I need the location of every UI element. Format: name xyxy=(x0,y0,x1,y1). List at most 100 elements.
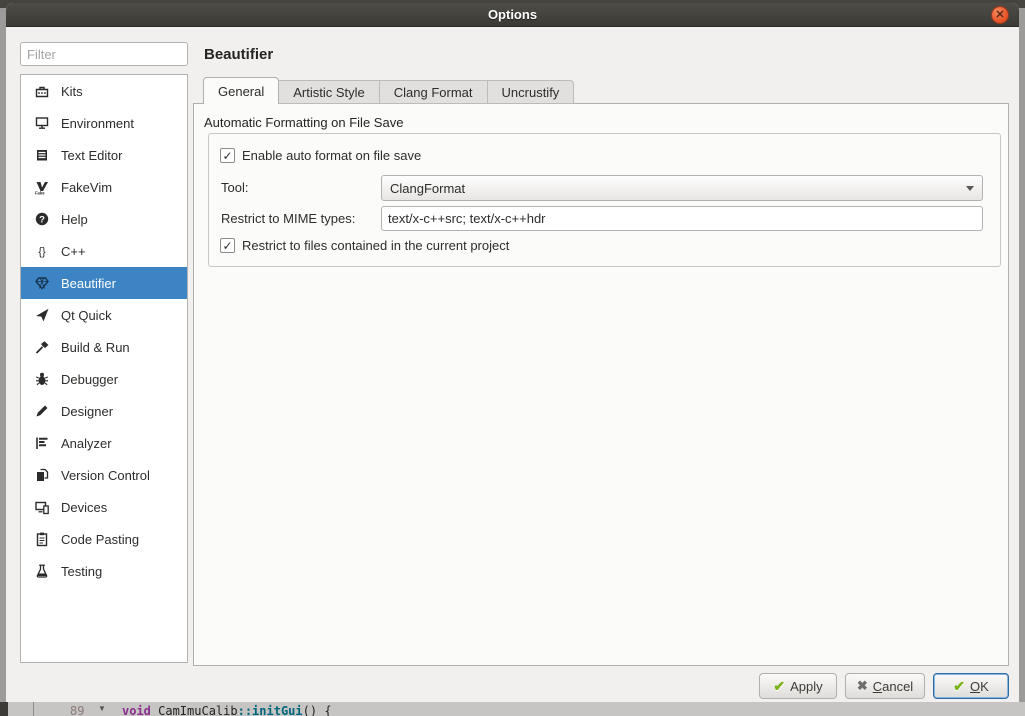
sidebar-item-label: Testing xyxy=(61,564,102,579)
cancel-label: Cancel xyxy=(873,679,913,694)
sidebar-item-label: FakeVim xyxy=(61,180,112,195)
analyzer-icon xyxy=(34,435,50,451)
kits-icon xyxy=(34,83,50,99)
version-control-icon xyxy=(34,467,50,483)
restrict-project-checkbox[interactable]: ✓ xyxy=(220,238,235,253)
tab-label: Clang Format xyxy=(394,85,473,100)
sidebar-item-beautifier[interactable]: Beautifier xyxy=(21,267,187,299)
ok-label: OK xyxy=(970,679,989,694)
tab-label: Uncrustify xyxy=(502,85,560,100)
window-title: Options xyxy=(488,7,537,22)
sidebar-item-version-control[interactable]: Version Control xyxy=(21,459,187,491)
code-pasting-icon xyxy=(34,531,50,547)
sidebar-item-label: C++ xyxy=(61,244,86,259)
sidebar-item-testing[interactable]: Testing xyxy=(21,555,187,587)
build-run-icon xyxy=(34,339,50,355)
sidebar-item-qt-quick[interactable]: Qt Quick xyxy=(21,299,187,331)
sidebar-item-text-editor[interactable]: Text Editor xyxy=(21,139,187,171)
enable-auto-format-checkbox[interactable]: ✓ xyxy=(220,148,235,163)
sidebar-category-list: Kits Environment Text Editor Fake FakeVi… xyxy=(20,74,188,663)
sidebar-item-help[interactable]: ? Help xyxy=(21,203,187,235)
sidebar-item-devices[interactable]: Devices xyxy=(21,491,187,523)
x-icon: ✖ xyxy=(857,678,868,694)
svg-text:?: ? xyxy=(39,214,45,225)
sidebar-item-code-pasting[interactable]: Code Pasting xyxy=(21,523,187,555)
tab-artistic-style[interactable]: Artistic Style xyxy=(279,80,380,104)
apply-label: Apply xyxy=(790,679,823,694)
environment-icon xyxy=(34,115,50,131)
sidebar-item-label: Help xyxy=(61,212,88,227)
ok-button[interactable]: ✔ OK xyxy=(933,673,1009,699)
titlebar[interactable]: Options ✕ xyxy=(6,3,1019,27)
code-line: void CamImuCalib::initGui() { xyxy=(122,704,332,716)
checkmark-icon: ✓ xyxy=(222,240,232,252)
editor-sidebar-edge xyxy=(0,702,8,716)
background-code-editor[interactable]: 89 ▼ void CamImuCalib::initGui() { xyxy=(0,702,1025,716)
close-glyph: ✕ xyxy=(995,10,1004,21)
sidebar-item-label: Designer xyxy=(61,404,113,419)
sidebar-item-label: Devices xyxy=(61,500,107,515)
tab-label: Artistic Style xyxy=(293,85,365,100)
sidebar-item-kits[interactable]: Kits xyxy=(21,75,187,107)
sidebar-item-label: Text Editor xyxy=(61,148,122,163)
filter-input[interactable] xyxy=(20,42,188,66)
check-icon: ✔ xyxy=(773,678,785,695)
sidebar-item-label: Debugger xyxy=(61,372,118,387)
svg-text:{}: {} xyxy=(38,246,46,258)
tab-uncrustify[interactable]: Uncrustify xyxy=(488,80,575,104)
sidebar-item-label: Analyzer xyxy=(61,436,112,451)
sidebar-item-label: Build & Run xyxy=(61,340,130,355)
restrict-project-row: ✓ Restrict to files contained in the cur… xyxy=(220,238,509,253)
tab-clang-format[interactable]: Clang Format xyxy=(380,80,488,104)
chevron-down-icon xyxy=(966,186,974,191)
sidebar-item-build-run[interactable]: Build & Run xyxy=(21,331,187,363)
fakevim-icon: Fake xyxy=(34,179,50,195)
apply-button[interactable]: ✔ Apply xyxy=(759,673,837,699)
restrict-project-label: Restrict to files contained in the curre… xyxy=(242,238,509,253)
editor-gutter-divider xyxy=(33,702,34,716)
qt-quick-icon xyxy=(34,307,50,323)
page-title: Beautifier xyxy=(204,46,273,63)
sidebar-item-label: Environment xyxy=(61,116,134,131)
sidebar-item-label: Kits xyxy=(61,84,83,99)
sidebar-item-label: Qt Quick xyxy=(61,308,112,323)
mime-types-label: Restrict to MIME types: xyxy=(221,211,355,226)
group-title: Automatic Formatting on File Save xyxy=(204,115,403,130)
tab-bar: General Artistic Style Clang Format Uncr… xyxy=(203,77,574,104)
sidebar-item-debugger[interactable]: Debugger xyxy=(21,363,187,395)
debugger-icon xyxy=(34,371,50,387)
svg-text:Fake: Fake xyxy=(35,191,45,196)
tool-select[interactable]: ClangFormat xyxy=(381,175,983,201)
enable-auto-format-label: Enable auto format on file save xyxy=(242,148,421,163)
sidebar-item-cpp[interactable]: {} C++ xyxy=(21,235,187,267)
mime-types-input[interactable] xyxy=(381,206,983,231)
help-icon: ? xyxy=(34,211,50,227)
checkmark-icon: ✓ xyxy=(222,150,232,162)
text-editor-icon xyxy=(34,147,50,163)
beautifier-icon xyxy=(34,275,50,291)
cpp-icon: {} xyxy=(34,243,50,259)
tool-label: Tool: xyxy=(221,180,248,195)
sidebar-item-label: Code Pasting xyxy=(61,532,139,547)
options-dialog: Options ✕ Kits Environment Text Editor F… xyxy=(6,3,1019,702)
auto-format-group-box: ✓ Enable auto format on file save Tool: … xyxy=(208,133,1001,267)
tool-selected-value: ClangFormat xyxy=(390,181,966,196)
sidebar-item-fakevim[interactable]: Fake FakeVim xyxy=(21,171,187,203)
close-icon[interactable]: ✕ xyxy=(991,6,1009,24)
testing-icon xyxy=(34,563,50,579)
sidebar-item-designer[interactable]: Designer xyxy=(21,395,187,427)
enable-auto-format-row: ✓ Enable auto format on file save xyxy=(220,148,421,163)
line-number: 89 xyxy=(70,704,84,716)
tab-general[interactable]: General xyxy=(203,77,279,104)
check-icon: ✔ xyxy=(953,678,965,695)
fold-marker-icon[interactable]: ▼ xyxy=(98,704,106,713)
sidebar-item-label: Beautifier xyxy=(61,276,116,291)
designer-icon xyxy=(34,403,50,419)
sidebar-item-environment[interactable]: Environment xyxy=(21,107,187,139)
devices-icon xyxy=(34,499,50,515)
screen: Options ✕ Kits Environment Text Editor F… xyxy=(0,0,1025,716)
sidebar-item-analyzer[interactable]: Analyzer xyxy=(21,427,187,459)
sidebar-item-label: Version Control xyxy=(61,468,150,483)
cancel-button[interactable]: ✖ Cancel xyxy=(845,673,925,699)
tab-label: General xyxy=(218,84,264,99)
